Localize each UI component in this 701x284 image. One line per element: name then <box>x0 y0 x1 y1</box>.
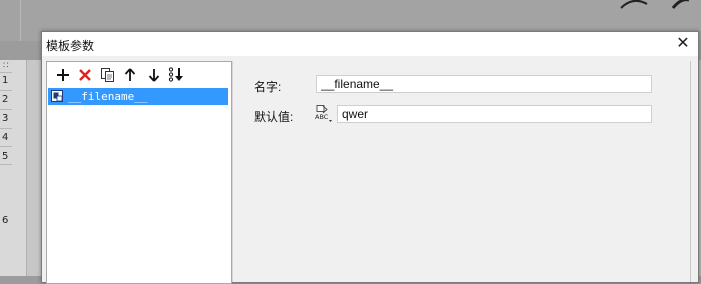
move-up-icon <box>124 68 136 81</box>
grip-icon: ∷ <box>3 60 9 70</box>
copy-button[interactable] <box>99 66 117 84</box>
dialog-body: __filename__ 名字: 默认值: ABC <box>42 56 698 284</box>
value-type-button[interactable]: ABC <box>314 104 334 124</box>
default-value-label: 默认值: <box>254 110 294 124</box>
default-value-input[interactable] <box>337 105 652 123</box>
abc-text: ABC <box>315 113 329 121</box>
row-number: 5 <box>2 151 9 162</box>
close-button[interactable]: ✕ <box>674 34 692 54</box>
copy-icon <box>101 68 114 82</box>
row-number: 1 <box>2 75 9 86</box>
parameter-toolbar <box>47 62 231 88</box>
tree-item-label: __filename__ <box>68 90 148 103</box>
move-up-button[interactable] <box>121 66 139 84</box>
row-header-column: ∷ 1 2 3 4 5 6 <box>0 60 27 276</box>
dialog-title: 模板参数 <box>46 39 95 53</box>
move-to-bottom-button[interactable] <box>168 66 186 84</box>
row-number: 6 <box>2 215 9 226</box>
delete-icon <box>79 69 91 81</box>
row-number: 2 <box>2 94 9 105</box>
add-button[interactable] <box>54 66 72 84</box>
template-parameters-dialog: 模板参数 ✕ __filename__ 名字: __filename__ 默认值… <box>41 31 699 284</box>
parameter-detail-pane: 名字: 默认值: ABC <box>234 61 691 282</box>
move-bottom-icon <box>168 67 183 82</box>
name-label: 名字: <box>254 80 282 94</box>
abc-type-icon: ABC <box>315 105 332 122</box>
move-down-icon <box>148 69 160 82</box>
move-down-button[interactable] <box>145 66 163 84</box>
row-number: 4 <box>2 132 9 143</box>
add-icon <box>57 69 69 81</box>
delete-button[interactable] <box>76 66 94 84</box>
dialog-titlebar[interactable]: 模板参数 ✕ <box>42 32 698 56</box>
background-swoosh-icon <box>620 0 689 9</box>
parameter-item-icon <box>51 90 63 102</box>
tree-item[interactable]: __filename__ <box>48 88 228 105</box>
name-input[interactable] <box>316 75 652 93</box>
toolbar-separator <box>20 0 21 41</box>
row-number: 3 <box>2 113 9 124</box>
pane-splitter[interactable] <box>232 61 233 282</box>
parameter-list-pane: __filename__ <box>46 61 232 284</box>
parameter-tree: __filename__ <box>48 88 228 105</box>
